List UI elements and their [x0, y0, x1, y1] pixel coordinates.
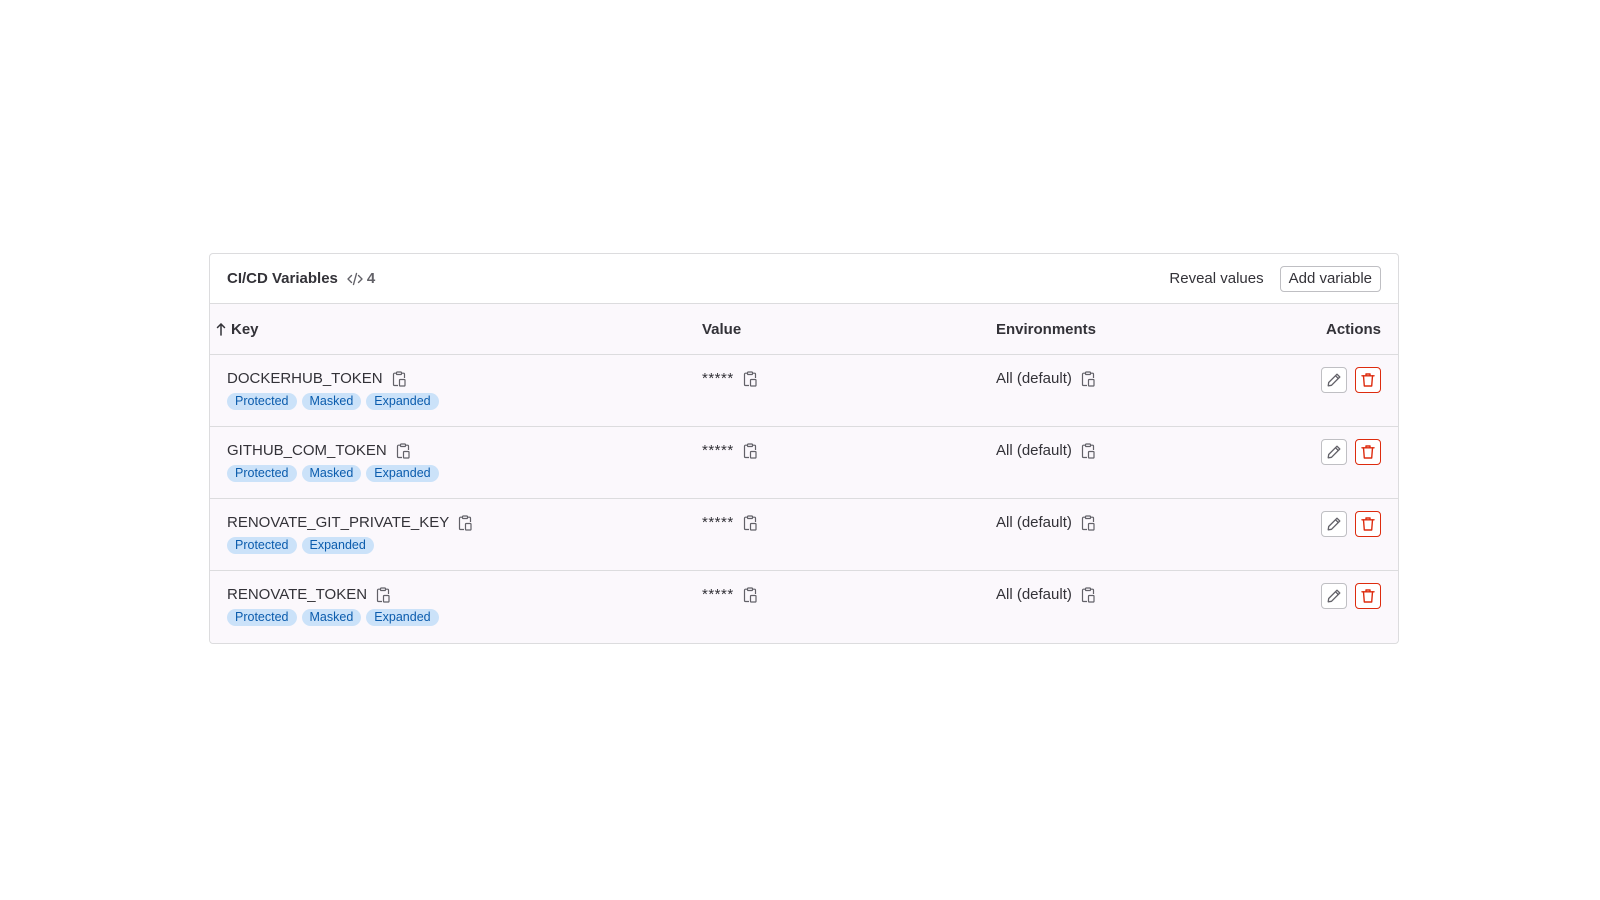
table-row: RENOVATE_GIT_PRIVATE_KEY Protected Expand…: [210, 499, 1398, 571]
badge-protected: Protected: [227, 393, 297, 410]
pencil-icon: [1327, 517, 1341, 531]
variable-environment-text: All (default): [996, 514, 1072, 531]
copy-value-icon[interactable]: [743, 586, 757, 603]
card-title: CI/CD Variables: [227, 270, 338, 287]
table-row: GITHUB_COM_TOKEN Protected Masked Expanded…: [210, 427, 1398, 499]
copy-value-icon[interactable]: [743, 442, 757, 459]
copy-value-icon[interactable]: [743, 370, 757, 387]
table-header: Key Value Environments Actions: [210, 304, 1398, 355]
trash-icon: [1361, 373, 1375, 387]
badge-masked: Masked: [301, 609, 362, 626]
table-row: DOCKERHUB_TOKEN Protected Masked Expanded …: [210, 355, 1398, 427]
add-variable-button[interactable]: Add variable: [1279, 265, 1381, 292]
variable-key-text: RENOVATE_TOKEN: [227, 586, 368, 603]
copy-key-icon[interactable]: [396, 442, 410, 459]
copy-key-icon[interactable]: [376, 586, 390, 603]
delete-variable-button[interactable]: [1355, 439, 1381, 465]
copy-key-icon[interactable]: [458, 514, 472, 531]
edit-variable-button[interactable]: [1321, 439, 1347, 465]
variable-environment: All (default): [996, 514, 1095, 531]
code-icon: [347, 272, 363, 285]
badge-expanded: Expanded: [366, 393, 439, 410]
variable-key: RENOVATE_TOKEN: [227, 586, 390, 603]
variable-key: RENOVATE_GIT_PRIVATE_KEY: [227, 514, 472, 531]
delete-variable-button[interactable]: [1355, 367, 1381, 393]
copy-environment-icon[interactable]: [1081, 586, 1095, 603]
variable-badges: Protected Masked Expanded: [227, 609, 439, 626]
table-row: RENOVATE_TOKEN Protected Masked Expanded *…: [210, 571, 1398, 643]
row-actions: [1321, 439, 1381, 465]
variable-environment-text: All (default): [996, 370, 1072, 387]
row-actions: [1321, 511, 1381, 537]
pencil-icon: [1327, 445, 1341, 459]
variable-value: *****: [702, 586, 757, 603]
delete-variable-button[interactable]: [1355, 583, 1381, 609]
variable-count-value: 4: [366, 270, 376, 287]
variable-key-text: GITHUB_COM_TOKEN: [227, 442, 387, 459]
row-actions: [1321, 367, 1381, 393]
sort-ascending-icon: [216, 323, 226, 336]
badge-expanded: Expanded: [366, 465, 439, 482]
variable-value-text: *****: [702, 442, 734, 459]
variable-value: *****: [702, 370, 757, 387]
badge-protected: Protected: [227, 609, 297, 626]
column-header-actions: Actions: [1325, 320, 1381, 338]
badge-masked: Masked: [301, 465, 362, 482]
header-actions: Reveal values Add variable: [1169, 265, 1381, 292]
variable-environment-text: All (default): [996, 442, 1072, 459]
pencil-icon: [1327, 589, 1341, 603]
variable-badges: Protected Expanded: [227, 537, 374, 554]
card-header: CI/CD Variables 4 Reveal values Add vari…: [210, 254, 1398, 304]
badge-masked: Masked: [301, 393, 362, 410]
column-header-key[interactable]: Key: [216, 321, 259, 338]
variable-value-text: *****: [702, 586, 734, 603]
edit-variable-button[interactable]: [1321, 511, 1347, 537]
trash-icon: [1361, 445, 1375, 459]
badge-protected: Protected: [227, 537, 297, 554]
trash-icon: [1361, 517, 1375, 531]
variable-environment: All (default): [996, 370, 1095, 387]
column-header-environments: Environments: [996, 320, 1097, 338]
variable-key: DOCKERHUB_TOKEN: [227, 370, 406, 387]
variable-key-text: RENOVATE_GIT_PRIVATE_KEY: [227, 514, 450, 531]
variable-environment: All (default): [996, 442, 1095, 459]
copy-environment-icon[interactable]: [1081, 514, 1095, 531]
badge-expanded: Expanded: [301, 537, 374, 554]
variable-value-text: *****: [702, 514, 734, 531]
copy-key-icon[interactable]: [392, 370, 406, 387]
variable-count: 4: [347, 270, 375, 287]
column-header-value: Value: [702, 320, 742, 338]
copy-environment-icon[interactable]: [1081, 442, 1095, 459]
variable-environment: All (default): [996, 586, 1095, 603]
edit-variable-button[interactable]: [1321, 367, 1347, 393]
pencil-icon: [1327, 373, 1341, 387]
badge-protected: Protected: [227, 465, 297, 482]
row-actions: [1321, 583, 1381, 609]
delete-variable-button[interactable]: [1355, 511, 1381, 537]
trash-icon: [1361, 589, 1375, 603]
ci-cd-variables-card: CI/CD Variables 4 Reveal values Add vari…: [209, 253, 1399, 644]
edit-variable-button[interactable]: [1321, 583, 1347, 609]
variables-table-body: DOCKERHUB_TOKEN Protected Masked Expanded …: [210, 355, 1398, 643]
column-header-key-label: Key: [231, 320, 259, 338]
variable-key: GITHUB_COM_TOKEN: [227, 442, 410, 459]
variable-value: *****: [702, 442, 757, 459]
variable-badges: Protected Masked Expanded: [227, 393, 439, 410]
badge-expanded: Expanded: [366, 609, 439, 626]
copy-value-icon[interactable]: [743, 514, 757, 531]
variable-value: *****: [702, 514, 757, 531]
variable-badges: Protected Masked Expanded: [227, 465, 439, 482]
reveal-values-button[interactable]: Reveal values: [1169, 270, 1263, 287]
copy-environment-icon[interactable]: [1081, 370, 1095, 387]
variable-environment-text: All (default): [996, 586, 1072, 603]
variable-key-text: DOCKERHUB_TOKEN: [227, 370, 383, 387]
variable-value-text: *****: [702, 370, 734, 387]
